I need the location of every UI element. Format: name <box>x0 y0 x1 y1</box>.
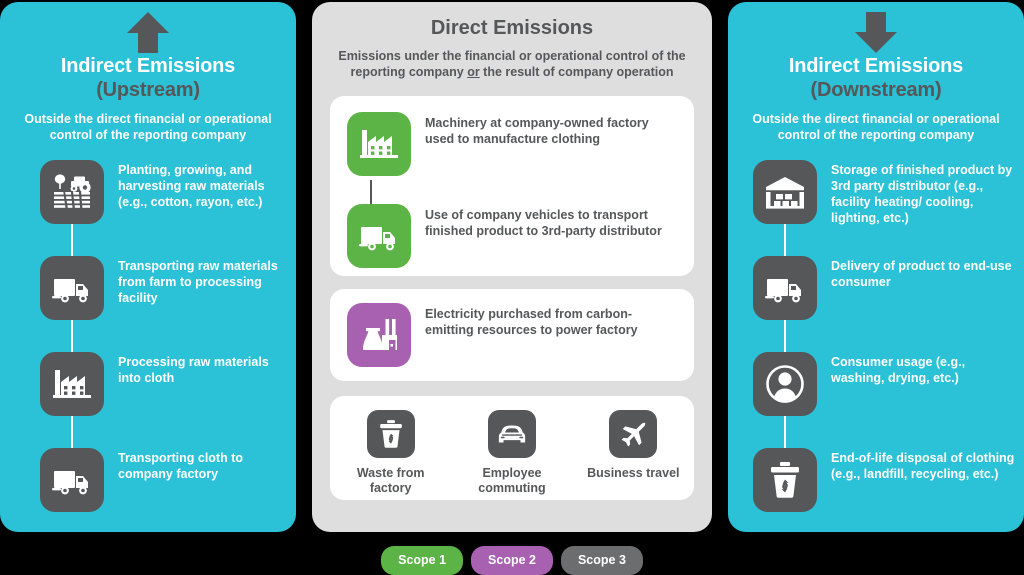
legend-badge-scope-1[interactable]: Scope 1 <box>381 546 464 575</box>
list-item-label: Waste from factory <box>356 466 425 495</box>
downstream-subtitle: Outside the direct financial or operatio… <box>752 112 1000 142</box>
list-item-label: Transporting cloth to company factory <box>118 451 243 481</box>
direct-subtitle: Emissions under the financial or operati… <box>332 48 692 80</box>
list-item-label: Planting, growing, and harvesting raw ma… <box>118 163 265 209</box>
truck-icon <box>753 256 817 320</box>
list-item-label: Transporting raw materials from farm to … <box>118 259 278 305</box>
downstream-title-main: Indirect Emissions <box>788 55 964 77</box>
downstream-title: Indirect Emissions (Downstream) <box>728 54 1024 102</box>
upstream-title: Indirect Emissions (Upstream) <box>0 54 296 102</box>
list-item: Waste from factory <box>336 410 446 496</box>
car-icon <box>487 410 536 458</box>
list-item: Transporting raw materials from farm to … <box>40 256 285 320</box>
recycle-bin-icon <box>753 448 817 512</box>
factory-icon <box>347 112 411 176</box>
upstream-panel: Indirect Emissions (Upstream) Outside th… <box>0 2 296 532</box>
direct-title: Direct Emissions <box>430 17 594 39</box>
list-item-label: Use of company vehicles to transport fin… <box>425 208 662 238</box>
list-item: Machinery at company-owned factory used … <box>347 112 677 176</box>
list-item-label: Delivery of product to end-use consumer <box>831 259 1012 289</box>
warehouse-icon <box>753 160 817 224</box>
list-item-label: Employee commuting <box>478 466 546 495</box>
list-item-label: Machinery at company-owned factory used … <box>425 116 649 146</box>
arrow-up-icon <box>125 10 171 54</box>
list-item-label: Business travel <box>587 466 680 480</box>
infographic-canvas: Indirect Emissions (Upstream) Outside th… <box>0 0 1024 575</box>
recycle-bin-icon <box>366 410 415 458</box>
list-item: Employee commuting <box>457 410 567 496</box>
upstream-subtitle: Outside the direct financial or operatio… <box>24 112 272 142</box>
downstream-panel: Indirect Emissions (Downstream) Outside … <box>728 2 1024 532</box>
list-item: Transporting cloth to company factory <box>40 448 285 512</box>
list-item-label: Electricity purchased from carbon-emitti… <box>425 307 638 337</box>
list-item-label: Consumer usage (e.g., washing, drying, e… <box>831 355 966 385</box>
scope-legend: Scope 1 Scope 2 Scope 3 <box>0 546 1024 575</box>
arrow-down-icon <box>853 10 899 54</box>
downstream-title-paren: (Downstream) <box>810 79 942 101</box>
legend-badge-scope-2[interactable]: Scope 2 <box>471 546 553 575</box>
list-item: Consumer usage (e.g., washing, drying, e… <box>753 352 1015 416</box>
list-item: End-of-life disposal of clothing (e.g., … <box>753 448 1015 512</box>
power-plant-icon <box>347 303 411 367</box>
legend-badge-scope-3[interactable]: Scope 3 <box>560 546 643 575</box>
truck-icon <box>40 448 104 512</box>
upstream-title-main: Indirect Emissions <box>60 55 236 77</box>
factory-icon <box>40 352 104 416</box>
upstream-title-paren: (Upstream) <box>96 79 200 101</box>
list-item: Planting, growing, and harvesting raw ma… <box>40 160 285 224</box>
scope2-card: Electricity purchased from carbon-emitti… <box>330 289 694 381</box>
scope3-card: Waste from factory Employee commuting Bu… <box>330 396 694 500</box>
list-item-label: End-of-life disposal of clothing (e.g., … <box>831 451 1015 481</box>
farm-tractor-icon <box>40 160 104 224</box>
truck-icon <box>40 256 104 320</box>
list-item-label: Processing raw materials into cloth <box>118 355 269 385</box>
list-item: Delivery of product to end-use consumer <box>753 256 1015 320</box>
truck-icon <box>347 204 411 268</box>
list-item: Business travel <box>578 410 688 496</box>
list-item: Processing raw materials into cloth <box>40 352 285 416</box>
list-item: Storage of finished product by 3rd party… <box>753 160 1015 226</box>
airplane-icon <box>609 410 658 458</box>
person-icon <box>753 352 817 416</box>
scope1-card: Machinery at company-owned factory used … <box>330 96 694 276</box>
list-item: Use of company vehicles to transport fin… <box>347 204 677 268</box>
scope3-item-row: Waste from factory Employee commuting Bu… <box>330 410 694 496</box>
direct-subtitle-or: or <box>467 65 480 79</box>
list-item: Electricity purchased from carbon-emitti… <box>347 303 677 367</box>
list-item-label: Storage of finished product by 3rd party… <box>831 163 1013 225</box>
direct-subtitle-part2: the result of company operation <box>479 65 674 79</box>
